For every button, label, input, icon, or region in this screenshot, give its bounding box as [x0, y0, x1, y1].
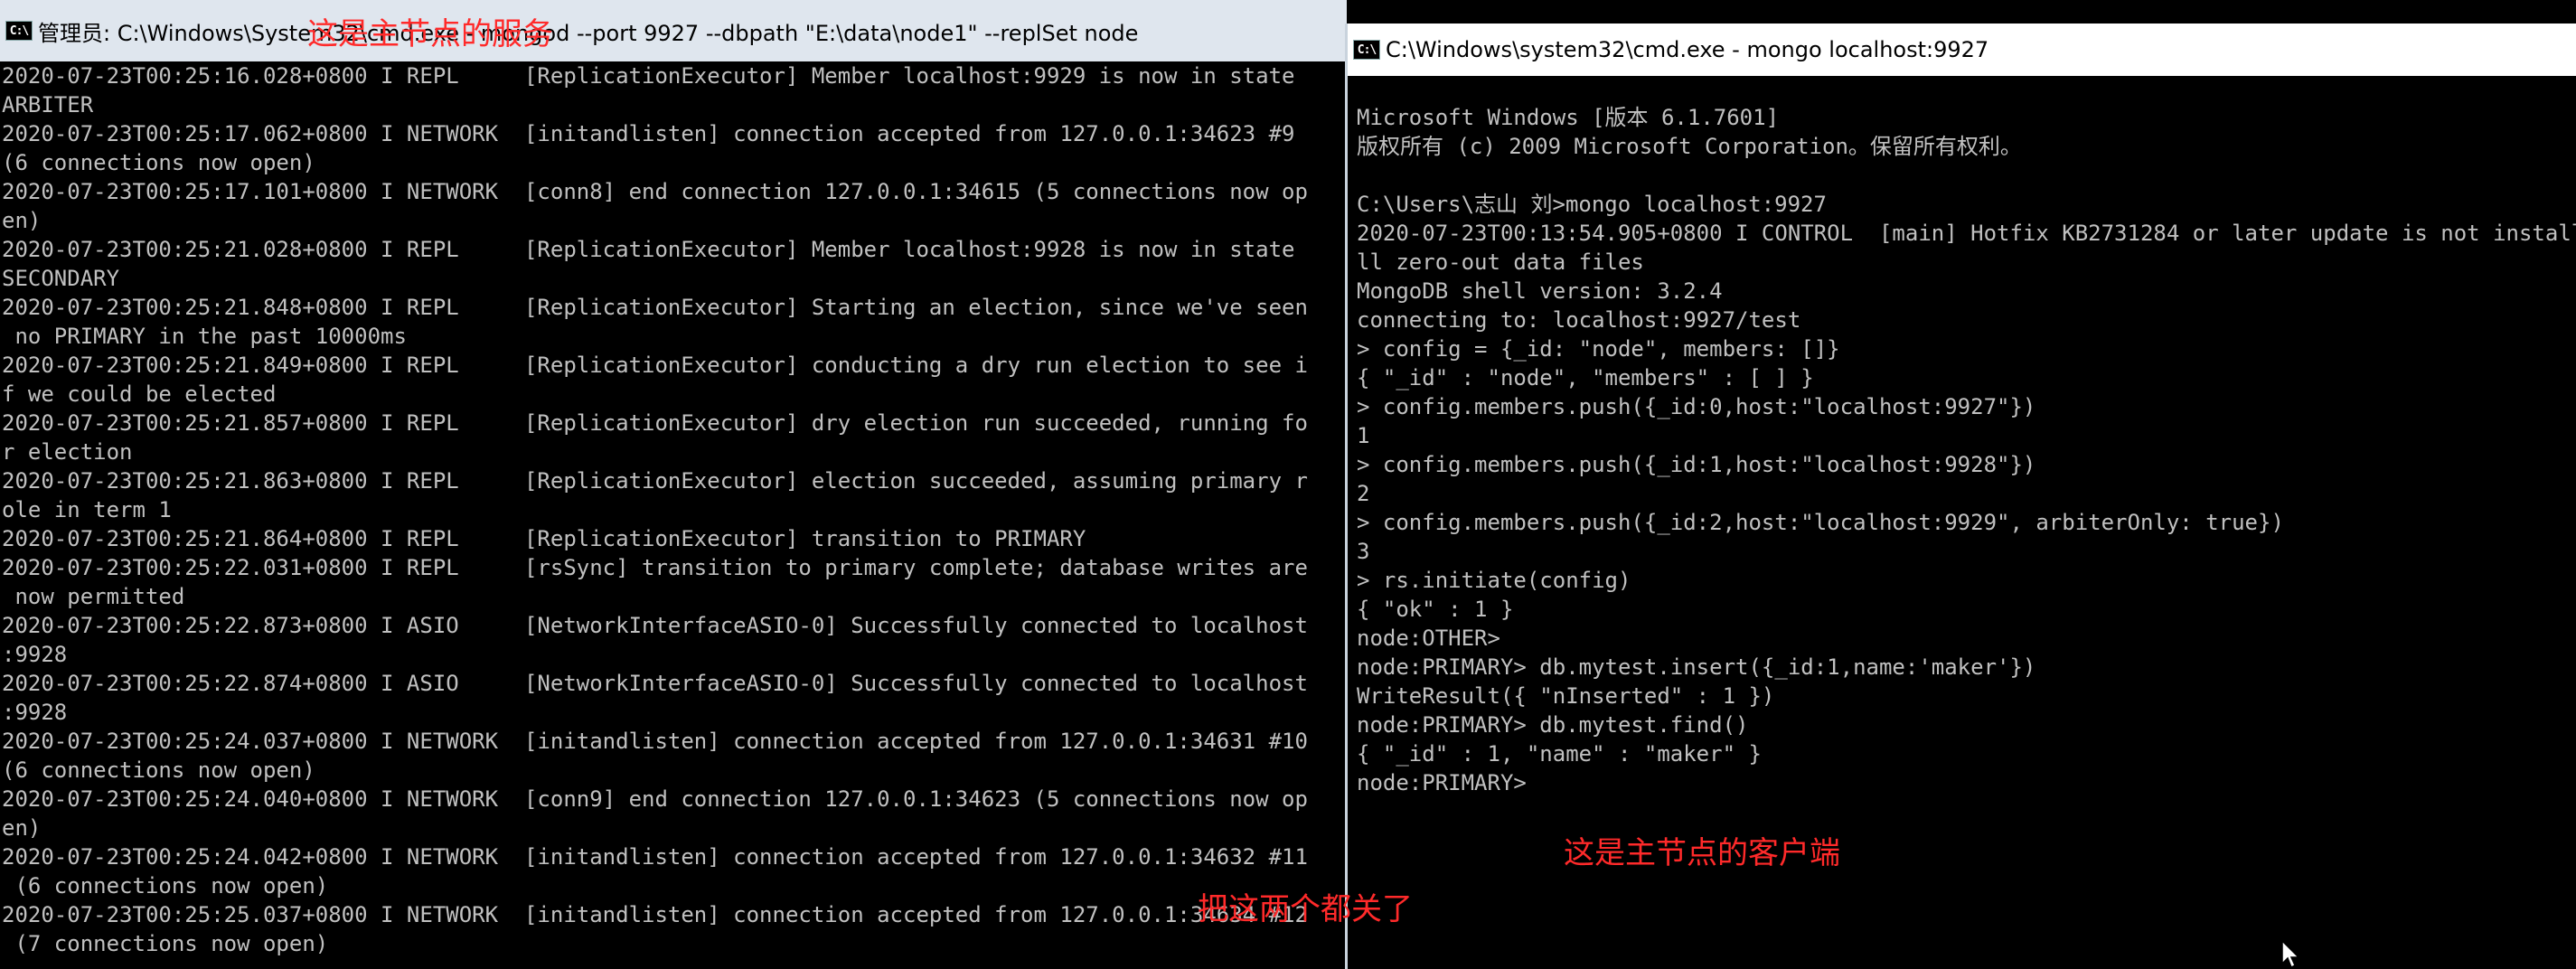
- console-line: :9928: [2, 700, 68, 725]
- console-line: (6 connections now open): [2, 873, 329, 898]
- console-line: > config.members.push({_id:2,host:"local…: [1357, 510, 2284, 535]
- console-line: { "_id" : 1, "name" : "maker" }: [1357, 741, 1762, 767]
- console-line: 2020-07-23T00:25:21.863+0800 I REPL [Rep…: [2, 468, 1308, 494]
- console-line: Microsoft Windows [版本 6.1.7601]: [1357, 105, 1780, 130]
- console-line: en): [2, 815, 42, 841]
- console-line: 2020-07-23T00:13:54.905+0800 I CONTROL […: [1357, 221, 2576, 246]
- client-window-title: C:\Windows\system32\cmd.exe - mongo loca…: [1386, 37, 1989, 62]
- console-line: 1: [1357, 423, 1370, 448]
- mouse-cursor-icon: [2281, 940, 2300, 969]
- console-line: > config.members.push({_id:0,host:"local…: [1357, 394, 2036, 419]
- console-line: r election: [2, 439, 133, 465]
- server-console-window[interactable]: C:\ 管理员: C:\Windows\System32\cmd.exe - m…: [0, 0, 1347, 969]
- cmd-icon: C:\: [1353, 40, 1380, 60]
- console-line: now permitted: [2, 584, 185, 609]
- console-line: 2020-07-23T00:25:21.849+0800 I REPL [Rep…: [2, 353, 1308, 378]
- console-line: node:OTHER>: [1357, 626, 1500, 651]
- console-line: SECONDARY: [2, 266, 120, 291]
- cmd-icon: C:\: [5, 21, 33, 41]
- console-line: > config = {_id: "node", members: []}: [1357, 336, 1840, 362]
- console-line: 2020-07-23T00:25:24.040+0800 I NETWORK […: [2, 786, 1308, 812]
- console-line: 2020-07-23T00:25:22.873+0800 I ASIO [Net…: [2, 613, 1308, 638]
- console-line: 2020-07-23T00:25:21.028+0800 I REPL [Rep…: [2, 237, 1295, 262]
- console-line: ll zero-out data files: [1357, 249, 1644, 275]
- console-line: node:PRIMARY> db.mytest.insert({_id:1,na…: [1357, 654, 2036, 680]
- console-line: { "ok" : 1 }: [1357, 597, 1514, 622]
- client-console-window[interactable]: C:\ C:\Windows\system32\cmd.exe - mongo …: [1345, 24, 2576, 969]
- console-line: 2020-07-23T00:25:25.037+0800 I NETWORK […: [2, 902, 1308, 927]
- console-line: { "_id" : "node", "members" : [ ] }: [1357, 365, 1814, 390]
- console-line: WriteResult({ "nInserted" : 1 }): [1357, 683, 1775, 709]
- console-line: 2020-07-23T00:25:21.848+0800 I REPL [Rep…: [2, 295, 1308, 320]
- console-line: connecting to: localhost:9927/test: [1357, 307, 1801, 333]
- console-line: 版权所有 (c) 2009 Microsoft Corporation。保留所有…: [1357, 134, 2022, 159]
- console-line: 2020-07-23T00:25:22.031+0800 I REPL [rsS…: [2, 555, 1308, 580]
- console-line: no PRIMARY in the past 10000ms: [2, 324, 407, 349]
- server-window-titlebar[interactable]: C:\ 管理员: C:\Windows\System32\cmd.exe - m…: [0, 0, 1347, 61]
- console-line: node:PRIMARY> db.mytest.find(): [1357, 712, 1749, 738]
- console-line: 2020-07-23T00:25:24.042+0800 I NETWORK […: [2, 844, 1308, 870]
- console-line: en): [2, 208, 42, 233]
- console-line: 2020-07-23T00:25:17.062+0800 I NETWORK […: [2, 121, 1295, 146]
- console-line: ole in term 1: [2, 497, 172, 522]
- console-line: 2: [1357, 481, 1370, 506]
- annotation-close-both: 把这两个都关了: [1198, 891, 1413, 927]
- console-line: > config.members.push({_id:1,host:"local…: [1357, 452, 2036, 477]
- console-line: (6 connections now open): [2, 757, 315, 783]
- console-line: node:PRIMARY>: [1357, 770, 1527, 795]
- client-window-titlebar[interactable]: C:\ C:\Windows\system32\cmd.exe - mongo …: [1348, 24, 2576, 76]
- console-line: 2020-07-23T00:25:17.101+0800 I NETWORK […: [2, 179, 1308, 204]
- client-console-output[interactable]: Microsoft Windows [版本 6.1.7601] 版权所有 (c) …: [1348, 76, 2576, 969]
- console-line: f we could be elected: [2, 381, 277, 407]
- console-line: C:\Users\志山 刘>mongo localhost:9927: [1357, 192, 1827, 217]
- console-line: 2020-07-23T00:25:24.037+0800 I NETWORK […: [2, 729, 1308, 754]
- console-line: (6 connections now open): [2, 150, 315, 175]
- console-line: ARBITER: [2, 92, 94, 118]
- console-line: 2020-07-23T00:25:22.874+0800 I ASIO [Net…: [2, 671, 1308, 696]
- server-console-output[interactable]: 2020-07-23T00:25:16.028+0800 I REPL [Rep…: [0, 61, 1347, 969]
- console-line: > rs.initiate(config): [1357, 568, 1631, 593]
- console-line: 2020-07-23T00:25:16.028+0800 I REPL [Rep…: [2, 63, 1295, 89]
- annotation-primary-service: 这是主节点的服务: [307, 16, 553, 52]
- console-line: 2020-07-23T00:25:21.864+0800 I REPL [Rep…: [2, 526, 1086, 551]
- console-line: (7 connections now open): [2, 931, 329, 956]
- server-window-title: 管理员: C:\Windows\System32\cmd.exe - mongo…: [38, 20, 1139, 46]
- console-line: :9928: [2, 642, 68, 667]
- console-line: 3: [1357, 539, 1370, 564]
- console-line: MongoDB shell version: 3.2.4: [1357, 278, 1723, 304]
- annotation-primary-client: 这是主节点的客户端: [1564, 835, 1840, 871]
- console-line: 2020-07-23T00:25:21.857+0800 I REPL [Rep…: [2, 410, 1308, 436]
